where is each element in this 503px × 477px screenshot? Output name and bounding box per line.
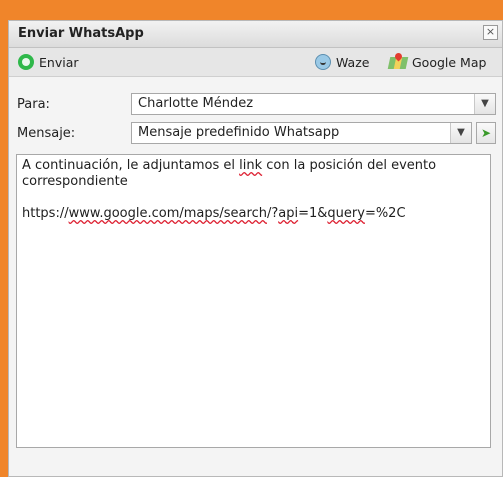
waze-button[interactable]: Waze: [315, 52, 369, 72]
message-url: https://: [22, 206, 69, 221]
close-button[interactable]: ×: [483, 25, 498, 40]
message-textarea[interactable]: A continuación, le adjuntamos el link co…: [16, 154, 491, 448]
insert-template-button[interactable]: ➤: [476, 122, 496, 144]
message-url: query: [327, 206, 365, 221]
template-value: Mensaje predefinido Whatsapp: [138, 125, 340, 140]
waze-label: Waze: [336, 54, 370, 70]
google-map-label: Google Map: [412, 54, 487, 70]
toolbar: Enviar Waze Google Map: [9, 48, 502, 77]
google-map-icon: [387, 51, 409, 70]
chevron-down-icon[interactable]: ▼: [474, 94, 495, 114]
message-url: api: [278, 206, 299, 221]
dialog-title: Enviar WhatsApp: [18, 26, 144, 41]
dialog-titlebar[interactable]: Enviar WhatsApp ×: [9, 21, 502, 48]
message-text-link: link: [239, 158, 263, 173]
message-url: www.google.com/maps/search: [68, 206, 267, 221]
send-button[interactable]: Enviar: [18, 52, 79, 72]
to-label: Para:: [17, 97, 50, 112]
insert-template-icon: ➤: [480, 126, 492, 140]
template-select[interactable]: Mensaje predefinido Whatsapp ▼: [131, 122, 472, 144]
whatsapp-icon: [18, 54, 34, 70]
message-url: =1&: [298, 206, 328, 221]
google-map-button[interactable]: Google Map: [387, 51, 487, 72]
recipient-value: Charlotte Méndez: [138, 96, 254, 111]
message-text: A continuación, le adjuntamos el: [22, 158, 240, 173]
message-url: /?: [266, 206, 279, 221]
waze-icon: [315, 54, 331, 70]
message-url: =%2C: [364, 206, 406, 221]
recipient-select[interactable]: Charlotte Méndez ▼: [131, 93, 496, 115]
send-label: Enviar: [39, 54, 79, 70]
message-label: Mensaje:: [17, 126, 76, 141]
chevron-down-icon[interactable]: ▼: [450, 123, 471, 143]
